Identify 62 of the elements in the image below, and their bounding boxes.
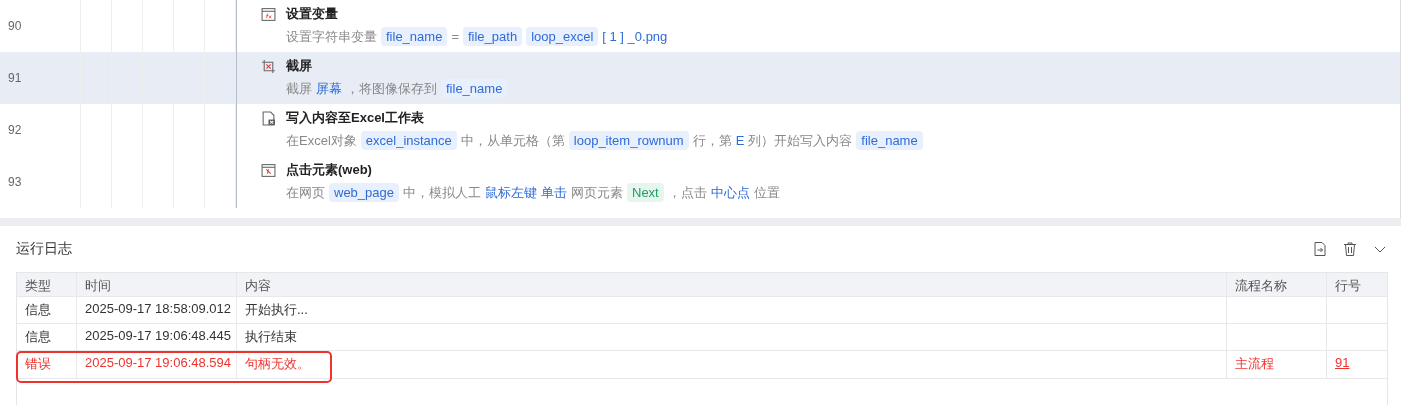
- column-header: 时间: [77, 273, 237, 296]
- variable-tag: loop_item_rownum: [568, 131, 689, 150]
- variable-tag: excel_instance: [360, 131, 457, 150]
- variable-tag: file_path: [462, 27, 523, 46]
- table-cell: 信息: [17, 297, 77, 323]
- parameter-text: [ 1 ] _0.png: [602, 29, 668, 44]
- line-number-link[interactable]: 91: [1335, 355, 1350, 370]
- description-text: 中，模拟人工: [403, 183, 481, 202]
- column-header: 类型: [17, 273, 77, 296]
- browser-window-icon: [261, 162, 276, 178]
- step-title: 写入内容至Excel工作表: [286, 109, 424, 127]
- description-text: ，点击: [667, 183, 707, 202]
- step-title: 设置变量: [286, 5, 338, 23]
- table-cell: 主流程: [1235, 356, 1274, 371]
- panel-title: 运行日志: [16, 240, 72, 258]
- function-window-icon: [261, 6, 276, 22]
- step-title: 截屏: [286, 57, 312, 75]
- parameter-text: 单击: [541, 183, 567, 202]
- description-text: 中，从单元格（第: [460, 131, 565, 150]
- variable-tag: file_name: [856, 131, 923, 150]
- description-text: 行，第: [692, 131, 732, 150]
- trash-icon[interactable]: [1342, 241, 1358, 257]
- description-text: =: [451, 29, 459, 44]
- table-cell: 错误: [17, 351, 77, 378]
- parameter-text: 鼠标左键: [485, 183, 537, 202]
- table-cell: 句柄无效。: [237, 351, 1227, 378]
- table-cell: 信息: [17, 324, 77, 350]
- description-text: 设置字符串变量: [286, 27, 377, 46]
- parameter-text: 屏幕: [316, 79, 342, 98]
- table-cell: 2025-09-17 18:58:09.012: [77, 297, 237, 323]
- table-cell: 执行结束: [237, 324, 1227, 350]
- variable-tag: file_name: [381, 27, 448, 46]
- description-text: 列）开始写入内容: [748, 131, 853, 150]
- step-title: 点击元素(web): [286, 161, 372, 179]
- screenshot-icon: [261, 58, 276, 74]
- parameter-text: 中心点: [710, 183, 750, 202]
- line-number: 92: [7, 122, 23, 139]
- export-file-icon[interactable]: [1312, 241, 1328, 257]
- description-text: 在网页: [286, 183, 325, 202]
- variable-tag: file_name: [441, 79, 508, 98]
- line-number: 90: [7, 18, 23, 35]
- flow-step-row[interactable]: 91 截屏 截屏 屏幕 ，将图像保存到 file_name: [0, 52, 1400, 104]
- line-number: 91: [7, 70, 23, 87]
- variable-tag: web_page: [329, 183, 399, 202]
- table-cell: 2025-09-17 19:06:48.445: [77, 324, 237, 350]
- description-text: 网页元素: [571, 183, 623, 202]
- column-header: 行号: [1334, 277, 1362, 295]
- description-text: 位置: [753, 183, 780, 202]
- column-header: 内容: [237, 273, 1227, 296]
- line-number: 93: [7, 174, 23, 191]
- spreadsheet-icon: [261, 110, 276, 126]
- table-cell: 2025-09-17 19:06:48.594: [77, 351, 237, 378]
- description-text: 截屏: [286, 79, 312, 98]
- column-header: 流程名称: [1227, 273, 1327, 296]
- element-tag: Next: [627, 183, 664, 202]
- variable-tag: loop_excel: [526, 27, 599, 46]
- flow-step-row[interactable]: 93 点击元素(web) 在网页 web_page 中，模拟人工 鼠标左键 单击 网页元素 Next ，点击 中心点 位置: [0, 156, 1400, 208]
- parameter-text: E: [735, 133, 745, 148]
- table-cell: 开始执行...: [237, 297, 1227, 323]
- description-text: ，将图像保存到: [346, 79, 437, 98]
- description-text: 在Excel对象: [286, 131, 357, 150]
- flow-step-row[interactable]: 92 写入内容至Excel工作表 在Excel对象 excel_instance 中，从单元格（第 loop_item_rownum 行，第 E 列）开始写入内容 file_name: [0, 104, 1400, 156]
